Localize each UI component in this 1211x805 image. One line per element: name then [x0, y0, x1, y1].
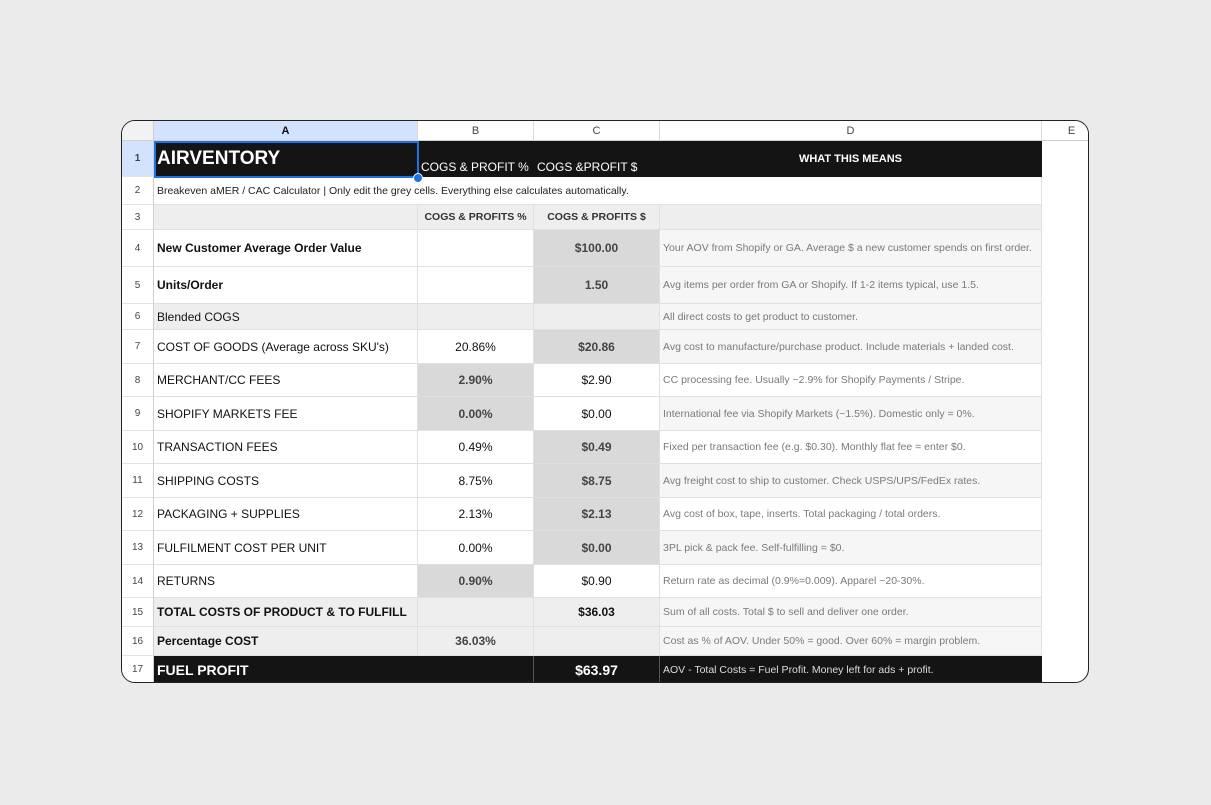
- cell-c11-dollar[interactable]: $8.75: [534, 464, 660, 498]
- cell-d14-description[interactable]: Return rate as decimal (0.9%=0.009). App…: [660, 565, 1042, 598]
- cell-a1-title[interactable]: AIRVENTORY: [154, 141, 418, 177]
- cell-a7-label[interactable]: COST OF GOODS (Average across SKU's): [154, 330, 418, 364]
- row-header-16[interactable]: 16: [122, 627, 154, 656]
- column-header-b[interactable]: B: [418, 121, 534, 141]
- cell-b8-percent[interactable]: 2.90%: [418, 364, 534, 397]
- cell-b17-percent[interactable]: [418, 656, 534, 682]
- cell-d13-description[interactable]: 3PL pick & pack fee. Self-fulfilling = $…: [660, 531, 1042, 565]
- cell-b9-percent[interactable]: 0.00%: [418, 397, 534, 431]
- row-header-3[interactable]: 3: [122, 205, 154, 230]
- cell-c12-dollar[interactable]: $2.13: [534, 498, 660, 531]
- cell-a4-label[interactable]: New Customer Average Order Value: [154, 230, 418, 267]
- cell-a2-subtitle[interactable]: Breakeven aMER / CAC Calculator | Only e…: [154, 177, 1042, 205]
- cell-c4-dollar[interactable]: $100.00: [534, 230, 660, 267]
- column-header-a[interactable]: A: [154, 121, 418, 141]
- cell-a15-label[interactable]: TOTAL COSTS OF PRODUCT & TO FULFILL: [154, 598, 418, 627]
- cell-a13-label[interactable]: FULFILMENT COST PER UNIT: [154, 531, 418, 565]
- column-header-e[interactable]: E: [1042, 121, 1088, 141]
- cell-a5-label[interactable]: Units/Order: [154, 267, 418, 304]
- cell-c14-dollar[interactable]: $0.90: [534, 565, 660, 598]
- column-header-c[interactable]: C: [534, 121, 660, 141]
- cell-c3-header[interactable]: COGS & PROFITS $: [534, 205, 660, 230]
- row-header-14[interactable]: 14: [122, 565, 154, 598]
- cell-d11-description[interactable]: Avg freight cost to ship to customer. Ch…: [660, 464, 1042, 498]
- spreadsheet-card: A B C D E 1 2 3 4 5 6 7 8 9 10 11 12 13 …: [121, 120, 1089, 683]
- cell-d4-description[interactable]: Your AOV from Shopify or GA. Average $ a…: [660, 230, 1042, 267]
- cell-a16-label[interactable]: Percentage COST: [154, 627, 418, 656]
- cell-a11-label[interactable]: SHIPPING COSTS: [154, 464, 418, 498]
- cell-c10-dollar[interactable]: $0.49: [534, 431, 660, 464]
- cell-c7-dollar[interactable]: $20.86: [534, 330, 660, 364]
- cell-b7-percent[interactable]: 20.86%: [418, 330, 534, 364]
- cell-a9-label[interactable]: SHOPIFY MARKETS FEE: [154, 397, 418, 431]
- cell-a6-label[interactable]: Blended COGS: [154, 304, 418, 330]
- cell-a17-label[interactable]: FUEL PROFIT: [154, 656, 418, 682]
- cell-b4-percent[interactable]: [418, 230, 534, 267]
- cell-b11-percent[interactable]: 8.75%: [418, 464, 534, 498]
- row-header-17[interactable]: 17: [122, 656, 154, 682]
- cell-c17-dollar[interactable]: $63.97: [534, 656, 660, 682]
- cell-a12-label[interactable]: PACKAGING + SUPPLIES: [154, 498, 418, 531]
- cell-c1-header[interactable]: COGS &PROFIT $: [534, 141, 660, 177]
- row-header-2[interactable]: 2: [122, 177, 154, 205]
- cell-b13-percent[interactable]: 0.00%: [418, 531, 534, 565]
- cell-d16-description[interactable]: Cost as % of AOV. Under 50% = good. Over…: [660, 627, 1042, 656]
- cell-d8-description[interactable]: CC processing fee. Usually ~2.9% for Sho…: [660, 364, 1042, 397]
- row-header-1[interactable]: 1: [122, 141, 154, 177]
- cell-b5-percent[interactable]: [418, 267, 534, 304]
- column-header-d[interactable]: D: [660, 121, 1042, 141]
- row-header-8[interactable]: 8: [122, 364, 154, 397]
- select-all-corner[interactable]: [122, 121, 154, 141]
- cell-b1-header[interactable]: COGS & PROFIT %: [418, 141, 534, 177]
- cell-d7-description[interactable]: Avg cost to manufacture/purchase product…: [660, 330, 1042, 364]
- cell-c13-dollar[interactable]: $0.00: [534, 531, 660, 565]
- row-header-5[interactable]: 5: [122, 267, 154, 304]
- row-header-13[interactable]: 13: [122, 531, 154, 565]
- cell-c6-dollar[interactable]: [534, 304, 660, 330]
- cell-d15-description[interactable]: Sum of all costs. Total $ to sell and de…: [660, 598, 1042, 627]
- row-header-6[interactable]: 6: [122, 304, 154, 330]
- cell-a8-label[interactable]: MERCHANT/CC FEES: [154, 364, 418, 397]
- cell-b10-percent[interactable]: 0.49%: [418, 431, 534, 464]
- cell-d3[interactable]: [660, 205, 1042, 230]
- cell-c8-dollar[interactable]: $2.90: [534, 364, 660, 397]
- cell-c5-dollar[interactable]: 1.50: [534, 267, 660, 304]
- row-header-4[interactable]: 4: [122, 230, 154, 267]
- row-header-12[interactable]: 12: [122, 498, 154, 531]
- row-header-11[interactable]: 11: [122, 464, 154, 498]
- cell-a14-label[interactable]: RETURNS: [154, 565, 418, 598]
- cell-d9-description[interactable]: International fee via Shopify Markets (~…: [660, 397, 1042, 431]
- cell-a3[interactable]: [154, 205, 418, 230]
- cell-b14-percent[interactable]: 0.90%: [418, 565, 534, 598]
- cell-c9-dollar[interactable]: $0.00: [534, 397, 660, 431]
- cell-d12-description[interactable]: Avg cost of box, tape, inserts. Total pa…: [660, 498, 1042, 531]
- cell-d10-description[interactable]: Fixed per transaction fee (e.g. $0.30). …: [660, 431, 1042, 464]
- row-header-9[interactable]: 9: [122, 397, 154, 431]
- cell-d17-description[interactable]: AOV - Total Costs = Fuel Profit. Money l…: [660, 656, 1042, 682]
- row-header-10[interactable]: 10: [122, 431, 154, 464]
- cell-b3-header[interactable]: COGS & PROFITS %: [418, 205, 534, 230]
- cell-d1-header[interactable]: WHAT THIS MEANS: [660, 141, 1042, 177]
- cell-b15-percent[interactable]: [418, 598, 534, 627]
- cell-b6-percent[interactable]: [418, 304, 534, 330]
- cell-b16-percent[interactable]: 36.03%: [418, 627, 534, 656]
- row-header-7[interactable]: 7: [122, 330, 154, 364]
- cell-c15-dollar[interactable]: $36.03: [534, 598, 660, 627]
- cell-c16-dollar[interactable]: [534, 627, 660, 656]
- cell-a10-label[interactable]: TRANSACTION FEES: [154, 431, 418, 464]
- cell-b12-percent[interactable]: 2.13%: [418, 498, 534, 531]
- cell-d6-description[interactable]: All direct costs to get product to custo…: [660, 304, 1042, 330]
- row-header-15[interactable]: 15: [122, 598, 154, 627]
- cell-d5-description[interactable]: Avg items per order from GA or Shopify. …: [660, 267, 1042, 304]
